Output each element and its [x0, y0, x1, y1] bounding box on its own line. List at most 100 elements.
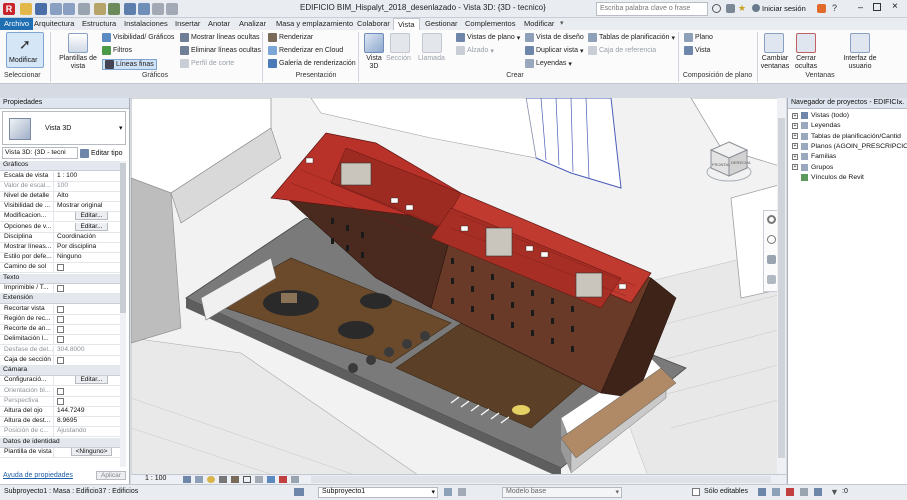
render-cloud-button[interactable]: Renderizar en Cloud [268, 46, 343, 55]
property-row[interactable]: Desfase de del... 304.8000 [0, 345, 126, 356]
crop-view-icon[interactable] [243, 476, 251, 483]
property-checkbox[interactable] [57, 336, 64, 344]
editable-request-icon[interactable] [458, 488, 466, 496]
tab-arquitectura[interactable]: Arquitectura [30, 18, 78, 30]
render-dialog-icon[interactable] [231, 476, 239, 483]
property-row[interactable]: Nivel de detalle Alto [0, 191, 126, 202]
property-value[interactable]: 100 [54, 182, 126, 191]
reference-box-button[interactable]: Caja de referencia [588, 46, 656, 55]
expand-icon[interactable]: + [792, 153, 798, 160]
property-row[interactable]: Posición de c... Ajustando [0, 427, 126, 438]
orbit-icon[interactable] [767, 255, 776, 264]
tab-masa-emplazamiento[interactable]: Masa y emplazamiento [272, 18, 357, 30]
instance-selector[interactable]: Vista 3D: {3D - tecni [2, 147, 78, 159]
property-value[interactable]: Ajustando [54, 427, 126, 436]
annotate-icon[interactable] [108, 3, 120, 15]
property-row[interactable]: Mostrar líneas... Por disciplina [0, 242, 126, 253]
filter-icon[interactable]: ▼ [830, 487, 839, 497]
sun-path-icon[interactable] [207, 476, 215, 483]
zoom-icon[interactable] [767, 235, 776, 244]
property-edit-button[interactable]: Editar... [75, 376, 108, 385]
property-row[interactable]: Modificacion... Editar... [0, 212, 126, 223]
property-row[interactable]: Orientación bl... [0, 386, 126, 397]
sheet-button[interactable]: Plano [684, 33, 713, 42]
editable-only-checkbox[interactable] [692, 488, 700, 496]
plan-views-button[interactable]: Vistas de plano ▾ [456, 33, 520, 42]
property-value[interactable]: 144.7249 [54, 407, 126, 416]
browser-tree-item[interactable]: + Tablas de planificación/Cantid [792, 132, 901, 140]
render-button[interactable]: Renderizar [268, 33, 313, 42]
close-hidden-button[interactable]: Cerrar ocultas [792, 55, 820, 71]
tab-colaborar[interactable]: Colaborar [353, 18, 394, 30]
property-row[interactable]: Disciplina Coordinación [0, 232, 126, 243]
property-row[interactable]: Estilo por defe... Ninguno [0, 253, 126, 264]
help-community-icon[interactable] [726, 4, 735, 13]
select-by-face-icon[interactable] [800, 488, 808, 496]
search-icon[interactable] [712, 4, 721, 13]
property-checkbox[interactable] [57, 397, 64, 405]
apply-button[interactable]: Aplicar [96, 471, 126, 480]
workset-icon[interactable] [294, 488, 304, 496]
restore-icon[interactable] [873, 3, 881, 11]
properties-section-header[interactable]: Datos de identidad [0, 437, 126, 448]
drafting-view-button[interactable]: Vista de diseño [525, 33, 584, 42]
property-value[interactable]: Ninguno [54, 253, 126, 262]
user-interface-button[interactable]: Interfaz de usuario [840, 55, 880, 71]
measure-icon[interactable] [94, 3, 106, 15]
property-row[interactable]: Delimitación l... [0, 335, 126, 346]
undo-icon[interactable] [50, 3, 62, 15]
temporary-hide-icon[interactable] [267, 476, 275, 483]
close-icon[interactable]: × [892, 1, 898, 12]
show-hidden-lines-button[interactable]: Mostrar líneas ocultas [180, 33, 259, 42]
properties-section-header[interactable]: Cámara [0, 365, 126, 376]
close-icon[interactable]: × [898, 98, 903, 107]
modify-button[interactable]: ➚ Modificar [6, 32, 44, 68]
tab-estructura[interactable]: Estructura [78, 18, 120, 30]
view-3d-button[interactable]: Vista 3D [364, 55, 384, 71]
visibility-graphics-button[interactable]: Visibilidad/ Gráficos [102, 33, 174, 42]
switch-windows-button[interactable]: Cambiar ventanas [760, 55, 790, 71]
property-checkbox[interactable] [57, 264, 64, 272]
property-row[interactable]: Valor de escal... 100 [0, 181, 126, 192]
reveal-hidden-icon[interactable] [279, 476, 287, 483]
expand-icon[interactable]: + [792, 112, 798, 119]
property-value[interactable]: Alto [54, 192, 126, 201]
tab-vista[interactable]: Vista [393, 18, 420, 30]
expand-icon[interactable]: + [792, 143, 798, 150]
switch-windows-quick-icon[interactable] [166, 3, 178, 15]
tab-archivo[interactable]: Archivo [0, 18, 34, 30]
detail-level-icon[interactable] [183, 476, 191, 483]
redo-icon[interactable] [63, 3, 75, 15]
browser-tree-item[interactable]: + Vistas (todo) [792, 112, 849, 119]
close-hidden-quick-icon[interactable] [152, 3, 164, 15]
exchange-icon[interactable] [817, 4, 826, 13]
property-row[interactable]: Escala de vista 1 : 100 [0, 171, 126, 182]
expand-icon[interactable]: + [792, 133, 798, 140]
property-checkbox[interactable] [57, 326, 64, 334]
presentation-group-label[interactable]: Presentación [286, 72, 346, 79]
lock-3d-view-icon[interactable] [255, 476, 263, 483]
duplicate-view-button[interactable]: Duplicar vista ▾ [525, 46, 584, 55]
browser-tree-item[interactable]: + Planos (AGOIN_PRESCRIPCION [792, 142, 907, 150]
property-row[interactable]: Configuració... Editar... [0, 376, 126, 387]
view-scale[interactable]: 1 : 100 [145, 475, 166, 482]
graphics-group-label[interactable]: Gráficos [130, 72, 180, 79]
shadows-icon[interactable] [219, 476, 227, 483]
select-pinned-icon[interactable] [786, 488, 794, 496]
edit-type-button[interactable]: Editar tipo [80, 147, 123, 159]
help-icon[interactable]: ? [832, 3, 837, 13]
cut-profile-button[interactable]: Perfil de corte [180, 59, 234, 68]
select-group-label[interactable]: Seleccionar [4, 72, 41, 79]
steering-wheel-icon[interactable] [767, 215, 776, 224]
property-checkbox[interactable] [57, 285, 64, 292]
user-icon[interactable] [752, 4, 760, 12]
browser-tree-item[interactable]: + Familias [792, 153, 836, 161]
pan-icon[interactable] [767, 275, 776, 284]
signin-label[interactable]: Iniciar sesión [762, 4, 806, 13]
design-option-selector[interactable]: Modelo base ▾ [502, 487, 622, 498]
callout-button[interactable]: Llamada [418, 55, 445, 62]
property-value[interactable]: 1 : 100 [54, 172, 126, 181]
property-value[interactable]: Mostrar original [54, 202, 126, 211]
property-edit-button[interactable]: <Ninguno> [70, 448, 113, 457]
workset-selector[interactable]: Subproyecto1 ▾ [318, 487, 438, 498]
